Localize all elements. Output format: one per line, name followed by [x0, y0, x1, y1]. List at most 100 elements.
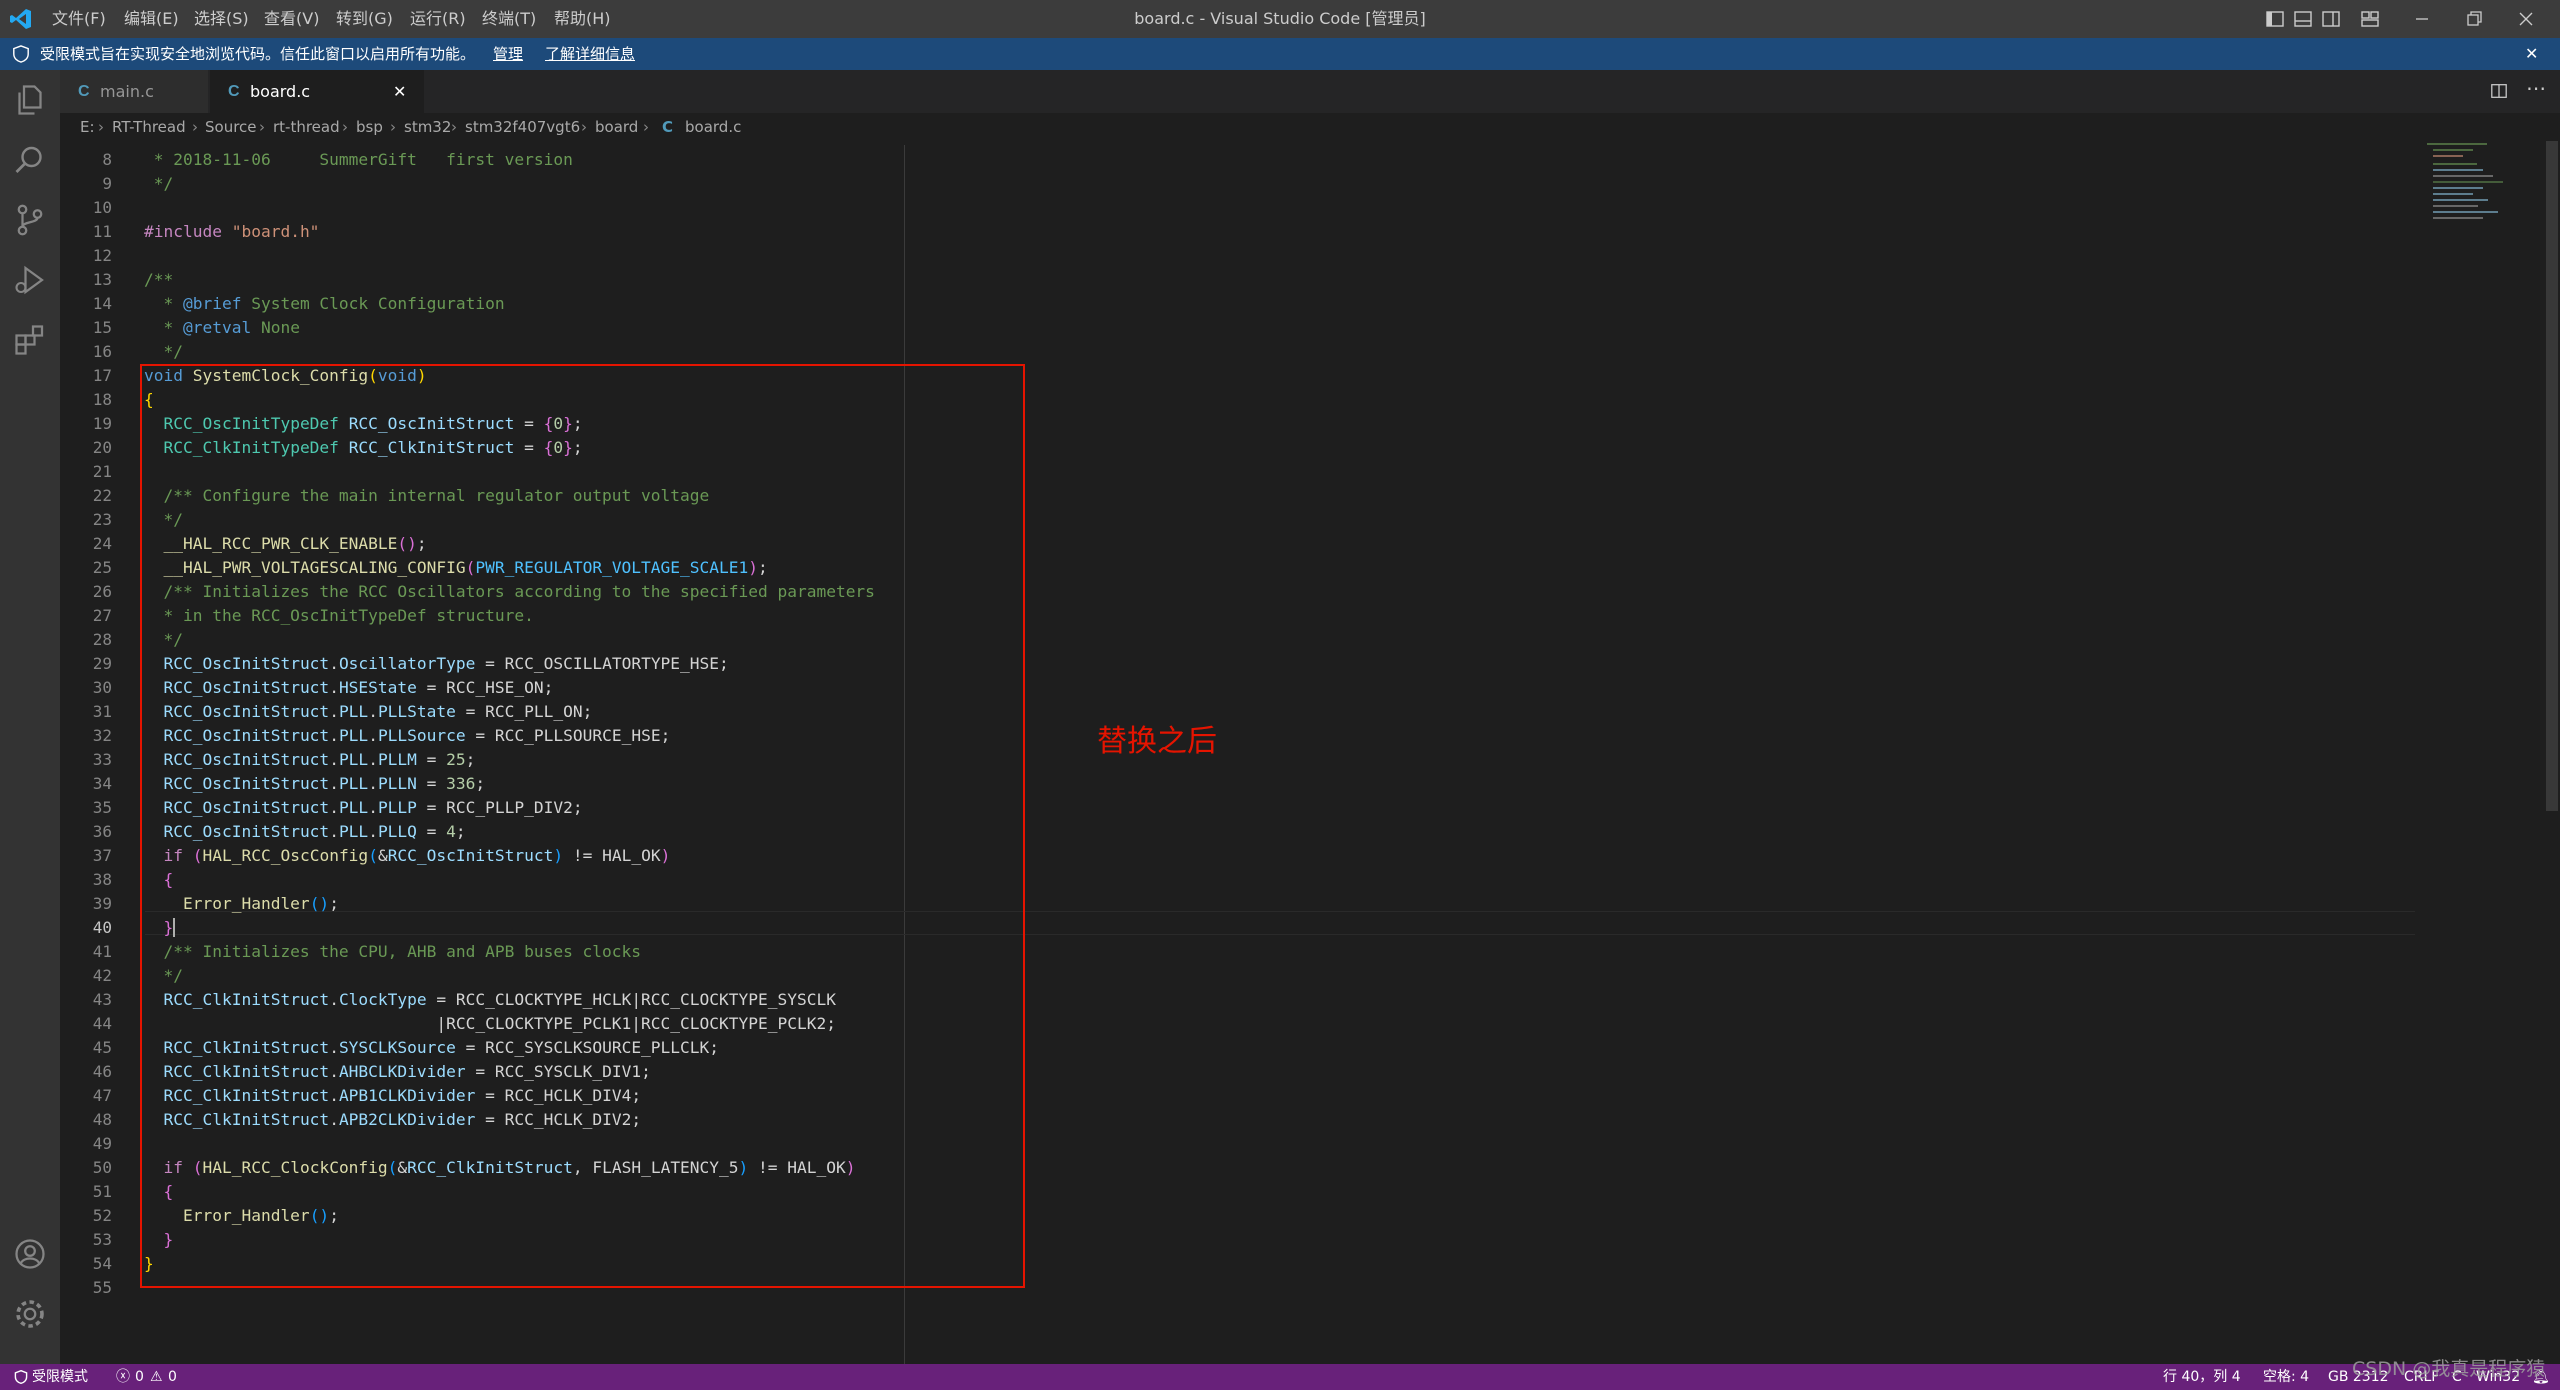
minimize-icon[interactable]	[2412, 9, 2432, 29]
breadcrumb: E: › RT-Thread › Source › rt-thread › bs…	[60, 113, 2560, 141]
menu-run[interactable]: 运行(R)	[400, 0, 476, 38]
menu-file[interactable]: 文件(F)	[42, 0, 116, 38]
line-number: 25	[92, 558, 112, 577]
toggle-primary-sidebar-icon[interactable]	[2265, 9, 2285, 29]
status-bar: 受限模式 ⓧ 0 ⚠ 0 行 40，列 4 空格: 4 GB 2312 CRLF…	[0, 1364, 2560, 1390]
line-number: 33	[92, 750, 112, 769]
breadcrumb-separator-icon: ›	[98, 118, 104, 136]
warning-count[interactable]: 0	[168, 1364, 177, 1390]
line-number: 48	[92, 1110, 112, 1129]
minimap[interactable]	[2425, 141, 2535, 251]
banner-learn-more-link[interactable]: 了解详细信息	[545, 38, 635, 70]
tab-label: main.c	[100, 82, 154, 101]
line-number: 20	[92, 438, 112, 457]
menu-selection[interactable]: 选择(S)	[184, 0, 259, 38]
tab-main-c[interactable]: C main.c	[60, 70, 208, 113]
line-number: 9	[102, 174, 112, 193]
tab-close-button[interactable]: ✕	[393, 70, 406, 113]
toggle-secondary-sidebar-icon[interactable]	[2321, 9, 2341, 29]
line-number: 53	[92, 1230, 112, 1249]
line-number: 37	[92, 846, 112, 865]
line-number: 19	[92, 414, 112, 433]
banner-message: 受限模式旨在实现安全地浏览代码。信任此窗口以启用所有功能。	[40, 45, 476, 63]
menu-help[interactable]: 帮助(H)	[544, 0, 621, 38]
tab-label: board.c	[250, 82, 311, 101]
tab-board-c[interactable]: C board.c ✕	[210, 70, 424, 113]
split-editor-icon[interactable]	[2490, 82, 2508, 100]
error-icon[interactable]: ⓧ	[116, 1364, 130, 1390]
highlight-rectangle	[140, 364, 1025, 1288]
breadcrumb-item[interactable]: E:	[80, 113, 95, 141]
warning-icon[interactable]: ⚠	[150, 1364, 163, 1390]
breadcrumb-separator-icon: ›	[451, 118, 457, 136]
customize-layout-icon[interactable]	[2360, 9, 2380, 29]
explorer-icon[interactable]	[12, 82, 48, 118]
line-number: 34	[92, 774, 112, 793]
line-number: 16	[92, 342, 112, 361]
breadcrumb-item[interactable]: rt-thread	[273, 113, 340, 141]
toggle-panel-icon[interactable]	[2293, 9, 2313, 29]
manage-gear-icon[interactable]	[12, 1296, 48, 1332]
vscode-logo-icon[interactable]	[8, 7, 34, 31]
menu-edit[interactable]: 编辑(E)	[114, 0, 189, 38]
line-number: 54	[92, 1254, 112, 1273]
breadcrumb-separator-icon: ›	[192, 118, 198, 136]
line-number: 32	[92, 726, 112, 745]
menu-view[interactable]: 查看(V)	[254, 0, 329, 38]
breadcrumb-item[interactable]: bsp	[356, 113, 383, 141]
close-window-icon[interactable]	[2516, 9, 2536, 29]
line-number: 11	[92, 222, 112, 241]
banner-manage-link[interactable]: 管理	[493, 38, 523, 70]
breadcrumb-item[interactable]: board	[595, 113, 638, 141]
restricted-mode-indicator[interactable]: 受限模式	[32, 1364, 88, 1390]
shield-icon	[13, 45, 29, 63]
line-number: 26	[92, 582, 112, 601]
title-bar: 文件(F) 编辑(E) 选择(S) 查看(V) 转到(G) 运行(R) 终端(T…	[0, 0, 2560, 38]
line-number: 22	[92, 486, 112, 505]
annotation-label: 替换之后	[1097, 724, 1217, 759]
line-number: 36	[92, 822, 112, 841]
watermark: CSDN @我真是程序猿	[2352, 1358, 2546, 1380]
breadcrumb-item[interactable]: stm32	[404, 113, 451, 141]
editor-tab-bar: C main.c C board.c ✕ ⋯	[60, 70, 2560, 113]
line-number: 10	[92, 198, 112, 217]
line-number: 47	[92, 1086, 112, 1105]
scrollbar-thumb[interactable]	[2546, 141, 2558, 811]
menu-go[interactable]: 转到(G)	[326, 0, 403, 38]
line-number: 52	[92, 1206, 112, 1225]
line-number: 40	[92, 918, 112, 937]
breadcrumb-item[interactable]: Source	[205, 113, 257, 141]
breadcrumb-separator-icon: ›	[342, 118, 348, 136]
line-number: 8	[102, 150, 112, 169]
line-number: 51	[92, 1182, 112, 1201]
c-file-icon: C	[78, 83, 90, 100]
code-line: * @brief System Clock Configuration	[144, 294, 505, 313]
line-number: 13	[92, 270, 112, 289]
line-number: 12	[92, 246, 112, 265]
breadcrumb-item[interactable]: RT-Thread	[112, 113, 186, 141]
cursor-position[interactable]: 行 40，列 4	[2163, 1364, 2241, 1390]
error-count[interactable]: 0	[135, 1364, 144, 1390]
code-line: /**	[144, 270, 174, 289]
banner-close-button[interactable]: ✕	[2525, 38, 2538, 70]
code-line: * 2018-11-06 SummerGift first version	[144, 150, 573, 169]
line-number: 28	[92, 630, 112, 649]
line-number: 39	[92, 894, 112, 913]
line-number: 31	[92, 702, 112, 721]
shield-icon	[14, 1370, 28, 1384]
code-line: #include "board.h"	[144, 222, 320, 241]
breadcrumb-separator-icon: ›	[643, 118, 649, 136]
line-number: 23	[92, 510, 112, 529]
breadcrumb-item[interactable]: board.c	[685, 113, 741, 141]
breadcrumb-item[interactable]: stm32f407vgt6	[465, 113, 580, 141]
indentation[interactable]: 空格: 4	[2263, 1364, 2309, 1390]
line-number: 21	[92, 462, 112, 481]
more-actions-icon[interactable]: ⋯	[2526, 76, 2546, 100]
line-number: 24	[92, 534, 112, 553]
line-number: 30	[92, 678, 112, 697]
menu-terminal[interactable]: 终端(T)	[472, 0, 546, 38]
line-number: 44	[92, 1014, 112, 1033]
line-number: 18	[92, 390, 112, 409]
restricted-mode-banner: 受限模式旨在实现安全地浏览代码。信任此窗口以启用所有功能。 管理 了解详细信息 …	[0, 38, 2560, 70]
restore-icon[interactable]	[2464, 9, 2484, 29]
